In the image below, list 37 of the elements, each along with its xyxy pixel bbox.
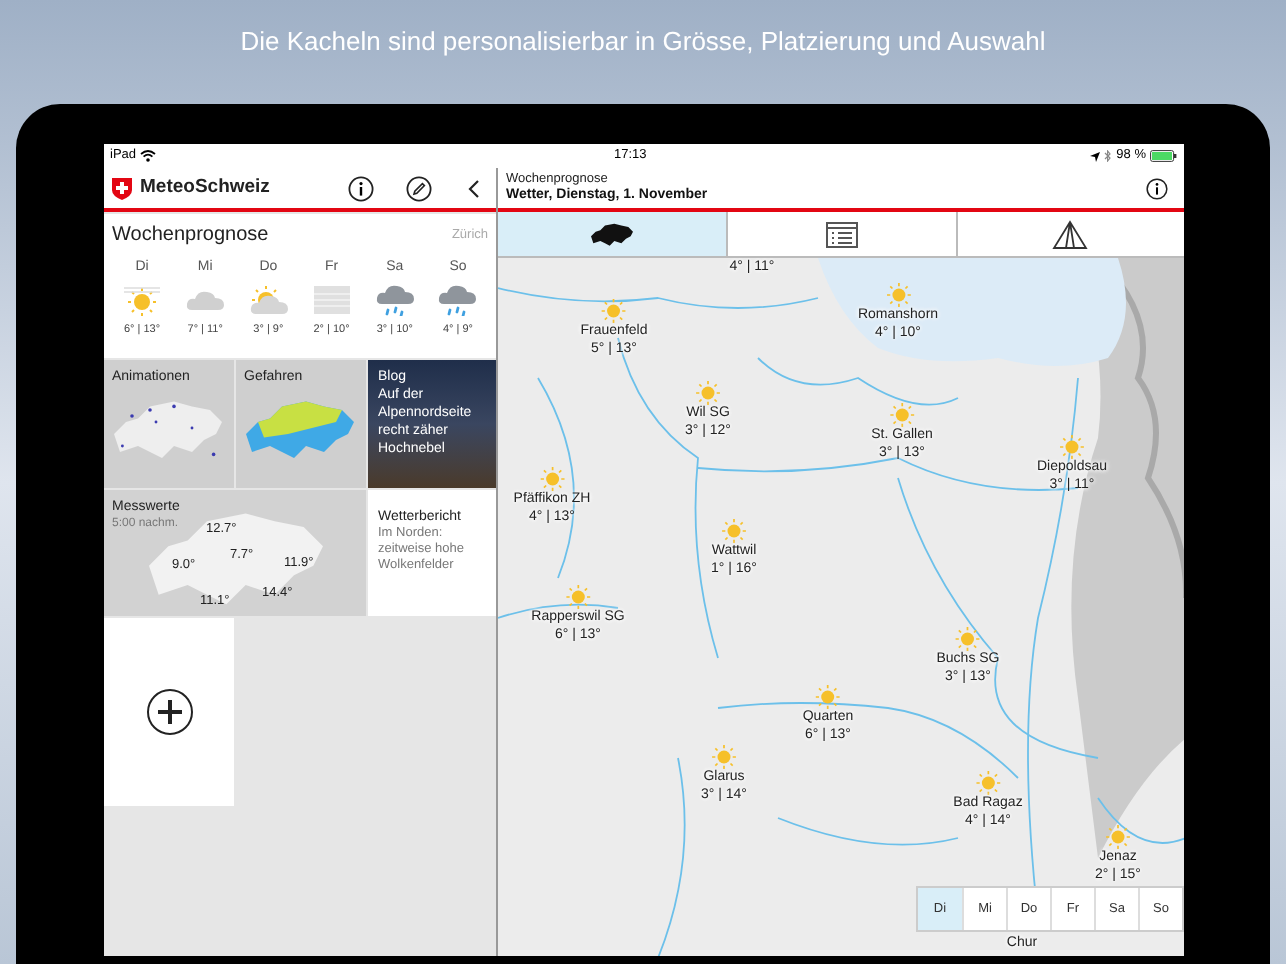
- sun-behind-cloud-icon: [249, 286, 288, 314]
- sun-icon: [711, 744, 737, 770]
- sun-icon: [889, 402, 915, 428]
- sun-icon: [1059, 434, 1085, 460]
- sun-icon: [565, 584, 591, 610]
- banner-text: Die Kacheln sind personalisierbar in Grösse, Platzierung und Auswahl: [240, 24, 1046, 60]
- switzerland-silhouette-icon: [586, 220, 639, 248]
- rain-cloud-icon: [375, 284, 414, 316]
- battery-icon: [1150, 150, 1178, 162]
- sun-icon: [721, 518, 747, 544]
- sun-icon: [885, 282, 911, 308]
- sun-icon: [695, 380, 721, 406]
- cloud-icon: [186, 290, 225, 310]
- edit-pencil-icon[interactable]: [406, 175, 432, 201]
- bluetooth-icon: [1104, 150, 1113, 162]
- warning-triangle-icon: [1052, 219, 1089, 249]
- back-chevron-icon[interactable]: [468, 179, 480, 197]
- sun-icon: [539, 466, 565, 492]
- info-icon[interactable]: [348, 175, 374, 201]
- sun-icon: [1105, 824, 1131, 850]
- add-tile[interactable]: [104, 618, 234, 806]
- app-name: MeteoSchweiz: [140, 173, 270, 202]
- sun-icon: [815, 684, 841, 710]
- location-arrow-icon: [1090, 151, 1101, 161]
- sun-icon: [955, 626, 981, 652]
- sun-with-haze-icon: [124, 285, 160, 315]
- wifi-icon: [140, 150, 157, 162]
- rain-cloud-icon: [438, 284, 477, 316]
- info-icon[interactable]: [1146, 177, 1168, 199]
- swiss-shield-icon: [112, 177, 132, 199]
- list-icon: [825, 221, 858, 247]
- card-title: Wochenprognose: [112, 222, 269, 250]
- switzerland-silhouette-tab[interactable]: [498, 212, 727, 256]
- sun-icon: [975, 770, 1001, 796]
- add-icon: [145, 688, 193, 736]
- fog-icon: [313, 286, 350, 314]
- sun-icon: [601, 298, 627, 324]
